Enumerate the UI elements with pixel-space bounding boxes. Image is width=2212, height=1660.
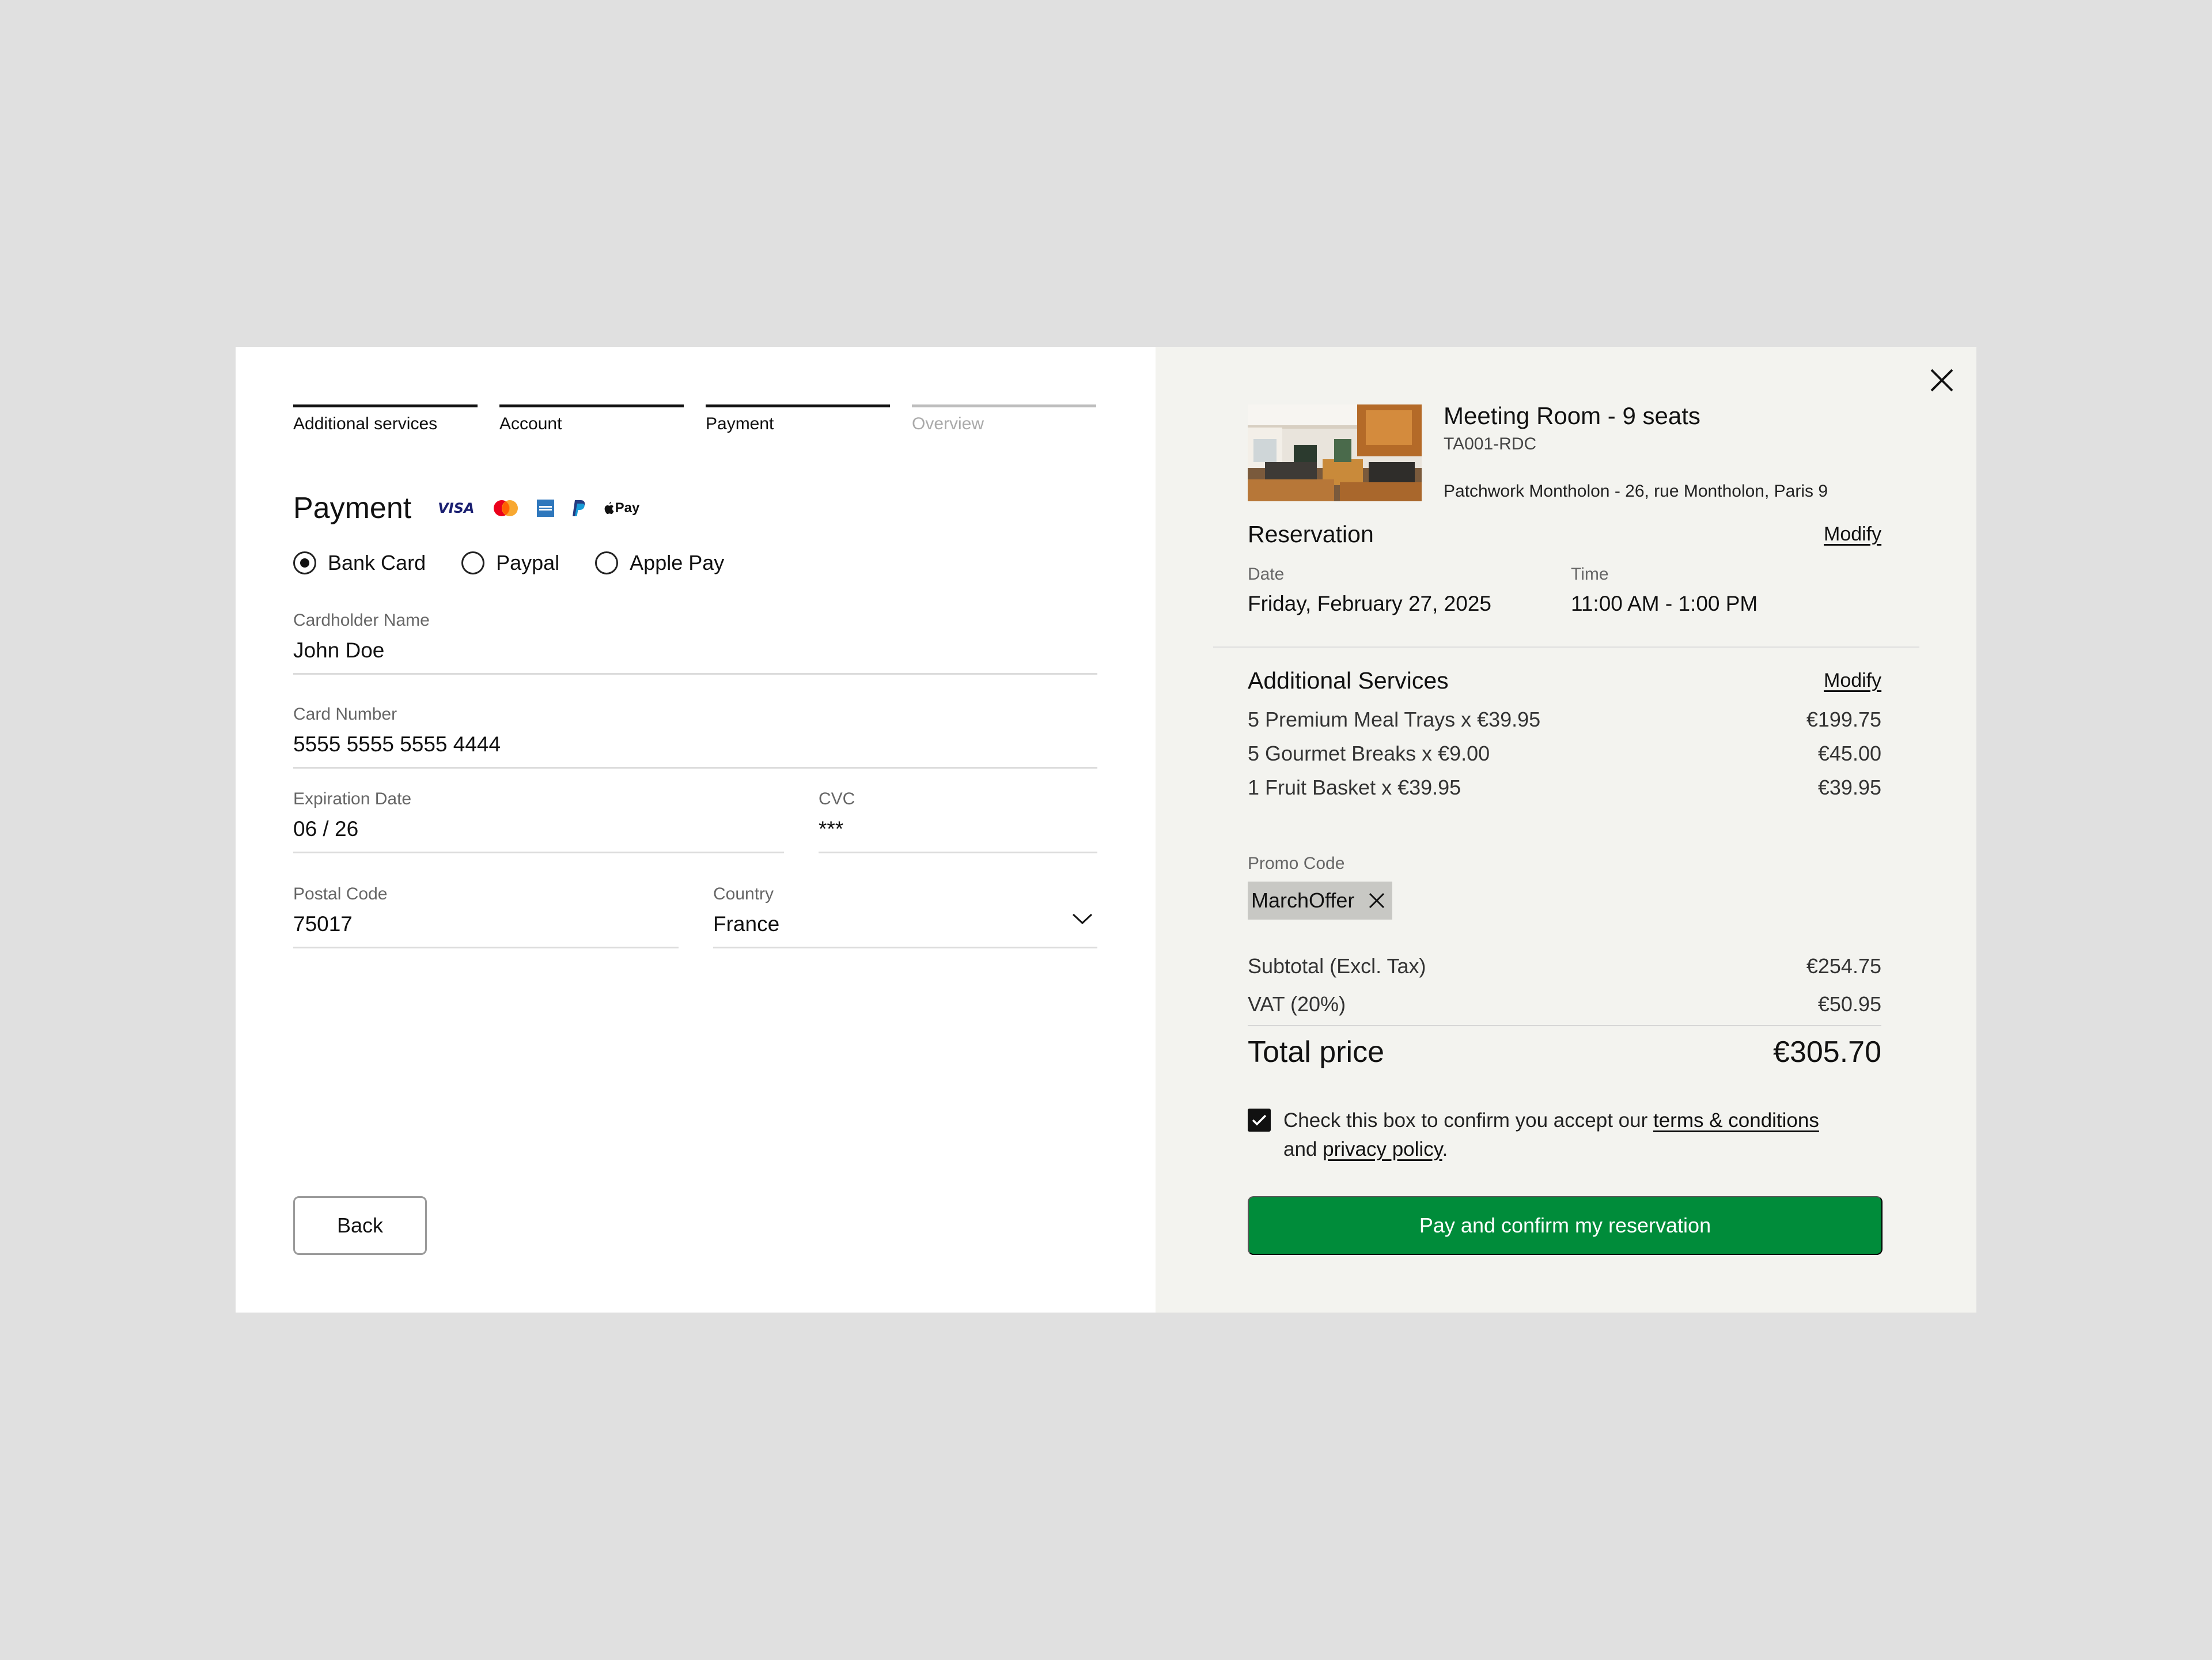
time-value: 11:00 AM - 1:00 PM: [1571, 592, 1758, 615]
promo-code-label: Promo Code: [1248, 854, 1345, 873]
vat-label: VAT (20%): [1248, 992, 1346, 1016]
terms-text-prefix: Check this box to confirm you accept our: [1283, 1109, 1653, 1132]
amex-icon: [536, 500, 554, 517]
service-item: 1 Fruit Basket x €39.95 €39.95: [1248, 776, 1881, 800]
back-button[interactable]: Back: [293, 1196, 427, 1255]
visa-icon: VISA: [438, 500, 475, 516]
vat-row: VAT (20%) €50.95: [1248, 992, 1881, 1016]
service-item: 5 Premium Meal Trays x €39.95 €199.75: [1248, 708, 1881, 732]
promo-code-value: MarchOffer: [1251, 888, 1355, 912]
payment-header: Payment VISA Pay: [293, 491, 639, 525]
service-name: 1 Fruit Basket x €39.95: [1248, 776, 1461, 799]
reservation-modify-link[interactable]: Modify: [1824, 523, 1881, 546]
cardholder-name-input[interactable]: John Doe: [293, 638, 1097, 673]
room-title: Meeting Room - 9 seats: [1444, 402, 1700, 429]
chevron-down-icon[interactable]: [1072, 913, 1093, 925]
card-number-field[interactable]: Card Number 5555 5555 5555 4444: [293, 705, 1097, 769]
service-price: €39.95: [1817, 776, 1881, 799]
service-name: 5 Premium Meal Trays x €39.95: [1248, 708, 1541, 731]
expiration-date-field[interactable]: Expiration Date 06 / 26: [293, 789, 784, 853]
step-additional-services[interactable]: Additional services: [293, 404, 478, 434]
postal-code-label: Postal Code: [293, 884, 388, 903]
payment-method-group: Bank Card Paypal Apple Pay: [293, 551, 760, 575]
divider: [1248, 1025, 1881, 1026]
reservation-modal: Additional services Account Payment Over…: [236, 347, 1976, 1313]
payment-logos: VISA Pay: [438, 499, 639, 517]
subtotal-label: Subtotal (Excl. Tax): [1248, 954, 1426, 978]
total-row: Total price €305.70: [1248, 1035, 1881, 1069]
cvc-label: CVC: [819, 789, 855, 808]
cvc-field[interactable]: CVC ***: [819, 789, 1097, 853]
step-payment[interactable]: Payment: [706, 404, 890, 434]
service-name: 5 Gourmet Breaks x €9.00: [1248, 742, 1490, 765]
terms-consent: Check this box to confirm you accept our…: [1248, 1106, 1893, 1164]
step-account[interactable]: Account: [499, 404, 684, 434]
total-value: €305.70: [1773, 1035, 1881, 1069]
expiration-date-label: Expiration Date: [293, 789, 412, 808]
paypal-icon: [571, 499, 586, 517]
service-price: €45.00: [1817, 742, 1881, 765]
pay-confirm-button[interactable]: Pay and confirm my reservation: [1248, 1196, 1883, 1255]
checkout-stepper: Additional services Account Payment Over…: [293, 404, 1096, 434]
radio-button[interactable]: [595, 551, 619, 574]
mastercard-icon: [492, 500, 520, 517]
terms-conditions-link[interactable]: terms & conditions: [1653, 1109, 1819, 1132]
additional-services-title: Additional Services: [1248, 667, 1449, 694]
room-address: Patchwork Montholon - 26, rue Montholon,…: [1444, 482, 1828, 501]
room-photo: [1248, 404, 1422, 501]
service-price: €199.75: [1806, 708, 1881, 731]
card-number-label: Card Number: [293, 705, 397, 724]
country-label: Country: [713, 884, 774, 903]
step-overview: Overview: [912, 404, 1096, 434]
terms-text: Check this box to confirm you accept our…: [1283, 1106, 1819, 1164]
postal-code-input[interactable]: 75017: [293, 912, 679, 947]
card-number-input[interactable]: 5555 5555 5555 4444: [293, 732, 1097, 767]
terms-checkbox[interactable]: [1248, 1109, 1271, 1132]
reservation-title: Reservation: [1248, 521, 1374, 547]
cardholder-name-field[interactable]: Cardholder Name John Doe: [293, 611, 1097, 675]
checkmark-icon: [1252, 1114, 1267, 1126]
remove-promo-icon[interactable]: [1367, 891, 1387, 910]
cardholder-name-label: Cardholder Name: [293, 611, 430, 630]
subtotal-row: Subtotal (Excl. Tax) €254.75: [1248, 954, 1881, 978]
terms-text-and: and: [1283, 1138, 1323, 1160]
radio-label-apple-pay: Apple Pay: [630, 551, 725, 574]
total-label: Total price: [1248, 1035, 1384, 1069]
order-summary-panel: Meeting Room - 9 seats TA001-RDC Patchwo…: [1156, 347, 1976, 1313]
terms-text-suffix: .: [1442, 1138, 1448, 1160]
radio-button-selected[interactable]: [293, 551, 316, 574]
radio-label-paypal: Paypal: [496, 551, 560, 574]
time-label: Time: [1571, 565, 1609, 584]
postal-code-field[interactable]: Postal Code 75017: [293, 884, 679, 948]
divider: [1213, 646, 1919, 648]
expiration-date-input[interactable]: 06 / 26: [293, 817, 784, 852]
service-item: 5 Gourmet Breaks x €9.00 €45.00: [1248, 742, 1881, 766]
date-label: Date: [1248, 565, 1285, 584]
subtotal-value: €254.75: [1806, 954, 1881, 978]
date-value: Friday, February 27, 2025: [1248, 592, 1491, 615]
radio-apple-pay[interactable]: Apple Pay: [595, 551, 724, 575]
cvc-input[interactable]: ***: [819, 817, 1097, 852]
radio-label-bank-card: Bank Card: [328, 551, 426, 574]
radio-paypal[interactable]: Paypal: [461, 551, 559, 575]
close-icon[interactable]: [1927, 365, 1957, 395]
payment-title: Payment: [293, 491, 412, 525]
vat-value: €50.95: [1817, 992, 1881, 1016]
room-code: TA001-RDC: [1444, 434, 1537, 453]
privacy-policy-link[interactable]: privacy policy: [1323, 1138, 1442, 1160]
payment-panel: Additional services Account Payment Over…: [236, 347, 1156, 1313]
radio-bank-card[interactable]: Bank Card: [293, 551, 426, 575]
radio-button[interactable]: [461, 551, 485, 574]
apple-pay-icon: Pay: [604, 500, 639, 516]
country-value[interactable]: France: [713, 912, 1097, 947]
promo-code-chip: MarchOffer: [1248, 882, 1393, 920]
country-select[interactable]: Country France: [713, 884, 1097, 948]
services-modify-link[interactable]: Modify: [1824, 670, 1881, 692]
